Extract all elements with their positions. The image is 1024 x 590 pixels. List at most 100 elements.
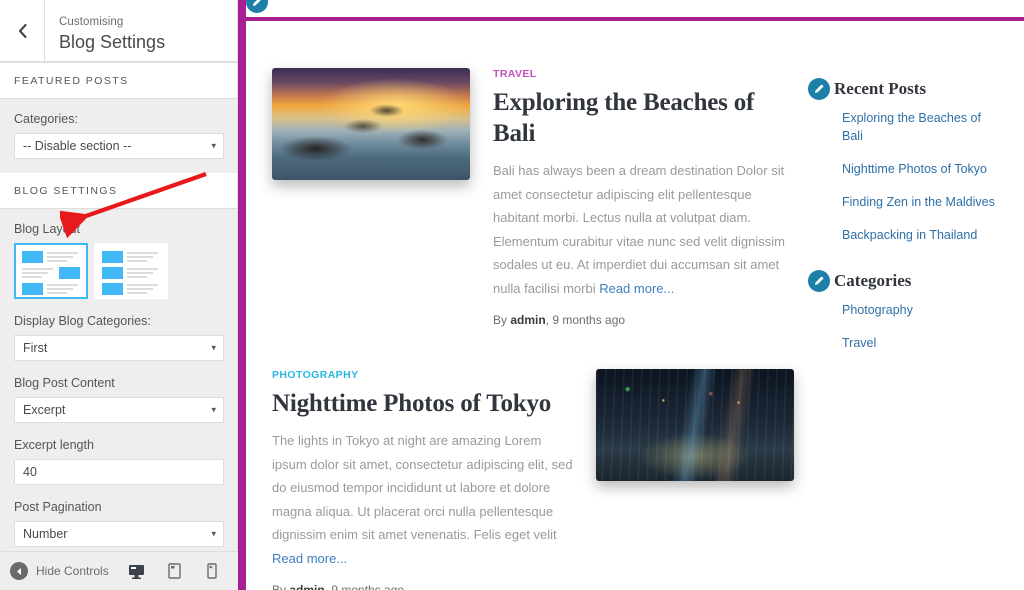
preview-accent-bar-left xyxy=(238,0,246,590)
post-date: , 9 months ago xyxy=(545,313,626,327)
thumb-text-lines xyxy=(47,252,80,262)
blog-post-content-select[interactable] xyxy=(14,397,224,423)
pencil-edit-icon[interactable] xyxy=(808,78,830,100)
post-author[interactable]: admin xyxy=(289,583,324,590)
mobile-preview-button[interactable] xyxy=(202,561,222,581)
field-excerpt-length: Excerpt length xyxy=(14,437,224,485)
field-label-excerpt-length: Excerpt length xyxy=(14,438,94,452)
field-featured-categories: Categories: ▾ xyxy=(14,111,224,159)
post-body: PHOTOGRAPHY Nighttime Photos of Tokyo Th… xyxy=(272,369,596,590)
blog-settings-panel: Blog Layout Display Blog Categories: Fir… xyxy=(0,209,237,547)
categories-list: Photography Travel xyxy=(808,301,1004,352)
thumb-text-lines xyxy=(22,268,55,278)
thumb-image-block xyxy=(102,267,123,279)
customizer-body: FEATURED POSTS Categories: ▾ BLOG SETTIN… xyxy=(0,62,237,590)
post-meta: By admin, 9 months ago xyxy=(272,583,573,590)
post-excerpt: Bali has always been a dream destination… xyxy=(493,159,794,300)
thumb-image-block xyxy=(102,283,123,295)
widget-categories: Categories Photography Travel xyxy=(808,270,1004,352)
post-item: TRAVEL Exploring the Beaches of Bali Bal… xyxy=(272,68,794,327)
preview-sidebar: Recent Posts Exploring the Beaches of Ba… xyxy=(794,68,1004,590)
customizer-screen: Customising Blog Settings FEATURED POSTS… xyxy=(0,0,1024,590)
recent-post-link[interactable]: Nighttime Photos of Tokyo xyxy=(842,162,987,176)
back-button[interactable] xyxy=(0,0,45,61)
post-excerpt-text: The lights in Tokyo at night are amazing… xyxy=(272,433,573,542)
field-label-blog-layout: Blog Layout xyxy=(14,222,81,236)
chevron-left-icon xyxy=(17,23,28,39)
featured-categories-select[interactable] xyxy=(14,133,224,159)
recent-post-link[interactable]: Exploring the Beaches of Bali xyxy=(842,111,981,143)
recent-post-link[interactable]: Backpacking in Thailand xyxy=(842,228,977,242)
thumb-text-lines xyxy=(127,268,160,278)
preview-canvas: TRAVEL Exploring the Beaches of Bali Bal… xyxy=(246,21,1024,590)
post-category-link[interactable]: TRAVEL xyxy=(493,68,794,80)
tokyo-night-street-image xyxy=(596,369,794,481)
list-item: Photography xyxy=(842,301,1004,319)
recent-post-link[interactable]: Finding Zen in the Maldives xyxy=(842,195,995,209)
widget-header: Recent Posts xyxy=(808,78,1004,100)
list-item: Travel xyxy=(842,334,1004,352)
read-more-link[interactable]: Read more... xyxy=(599,281,674,296)
customizer-header: Customising Blog Settings xyxy=(0,0,237,62)
layout-option-left-aligned[interactable] xyxy=(94,243,168,299)
category-link[interactable]: Photography xyxy=(842,303,913,317)
post-meta-by: By xyxy=(493,313,511,327)
thumb-image-block xyxy=(22,283,43,295)
customizer-sidebar: Customising Blog Settings FEATURED POSTS… xyxy=(0,0,238,590)
bali-sunset-beach-image xyxy=(272,68,470,180)
posts-column: TRAVEL Exploring the Beaches of Bali Bal… xyxy=(246,68,794,590)
post-pagination-select[interactable] xyxy=(14,521,224,547)
post-excerpt: The lights in Tokyo at night are amazing… xyxy=(272,429,573,570)
post-thumbnail[interactable] xyxy=(272,68,470,180)
field-label-categories: Categories: xyxy=(14,112,78,126)
field-label-blog-post-content: Blog Post Content xyxy=(14,376,115,390)
featured-posts-panel: Categories: ▾ xyxy=(0,99,237,159)
layout-option-zigzag[interactable] xyxy=(14,243,88,299)
section-header-blog-settings: BLOG SETTINGS xyxy=(0,173,237,209)
tablet-preview-button[interactable] xyxy=(164,561,184,581)
post-meta-by: By xyxy=(272,583,290,590)
section-header-featured-posts: FEATURED POSTS xyxy=(0,62,237,99)
thumb-text-lines xyxy=(127,284,160,294)
thumb-image-block xyxy=(22,251,43,263)
display-blog-categories-select[interactable] xyxy=(14,335,224,361)
field-blog-layout: Blog Layout xyxy=(14,221,223,299)
recent-posts-list: Exploring the Beaches of Bali Nighttime … xyxy=(808,109,1004,244)
widget-title: Recent Posts xyxy=(834,79,927,98)
thumb-image-block xyxy=(102,251,123,263)
read-more-link[interactable]: Read more... xyxy=(272,551,347,566)
device-preview-buttons xyxy=(126,561,238,581)
pencil-edit-icon[interactable] xyxy=(808,270,830,292)
hide-controls-label: Hide Controls xyxy=(36,564,109,578)
list-item: Exploring the Beaches of Bali xyxy=(842,109,1004,145)
post-date: , 9 months ago xyxy=(324,583,405,590)
list-item: Backpacking in Thailand xyxy=(842,226,1004,244)
thumb-image-block xyxy=(59,267,80,279)
collapse-left-icon xyxy=(10,562,28,580)
post-author[interactable]: admin xyxy=(510,313,545,327)
list-item: Nighttime Photos of Tokyo xyxy=(842,160,1004,178)
thumb-text-lines xyxy=(127,252,160,262)
customizer-title-group: Customising Blog Settings xyxy=(45,0,237,61)
widget-recent-posts: Recent Posts Exploring the Beaches of Ba… xyxy=(808,78,1004,244)
category-link[interactable]: Travel xyxy=(842,336,876,350)
post-thumbnail[interactable] xyxy=(596,369,794,481)
customizer-eyebrow: Customising xyxy=(59,16,124,28)
excerpt-length-input[interactable] xyxy=(14,459,224,485)
field-blog-post-content: Blog Post Content ▾ xyxy=(14,375,224,423)
thumb-text-lines xyxy=(47,284,80,294)
blog-layout: TRAVEL Exploring the Beaches of Bali Bal… xyxy=(246,21,1024,590)
field-display-blog-categories: Display Blog Categories: ▾ xyxy=(14,313,224,361)
pencil-edit-icon[interactable] xyxy=(246,0,268,13)
site-preview: TRAVEL Exploring the Beaches of Bali Bal… xyxy=(238,0,1024,590)
post-body: TRAVEL Exploring the Beaches of Bali Bal… xyxy=(470,68,794,327)
widget-title: Categories xyxy=(834,271,912,290)
desktop-preview-button[interactable] xyxy=(126,561,146,581)
hide-controls-button[interactable]: Hide Controls xyxy=(0,562,126,580)
post-item: PHOTOGRAPHY Nighttime Photos of Tokyo Th… xyxy=(272,369,794,590)
post-title[interactable]: Nighttime Photos of Tokyo xyxy=(272,388,573,419)
blog-layout-choices xyxy=(14,243,223,299)
post-title[interactable]: Exploring the Beaches of Bali xyxy=(493,87,794,149)
post-meta: By admin, 9 months ago xyxy=(493,313,794,327)
post-category-link[interactable]: PHOTOGRAPHY xyxy=(272,369,573,381)
